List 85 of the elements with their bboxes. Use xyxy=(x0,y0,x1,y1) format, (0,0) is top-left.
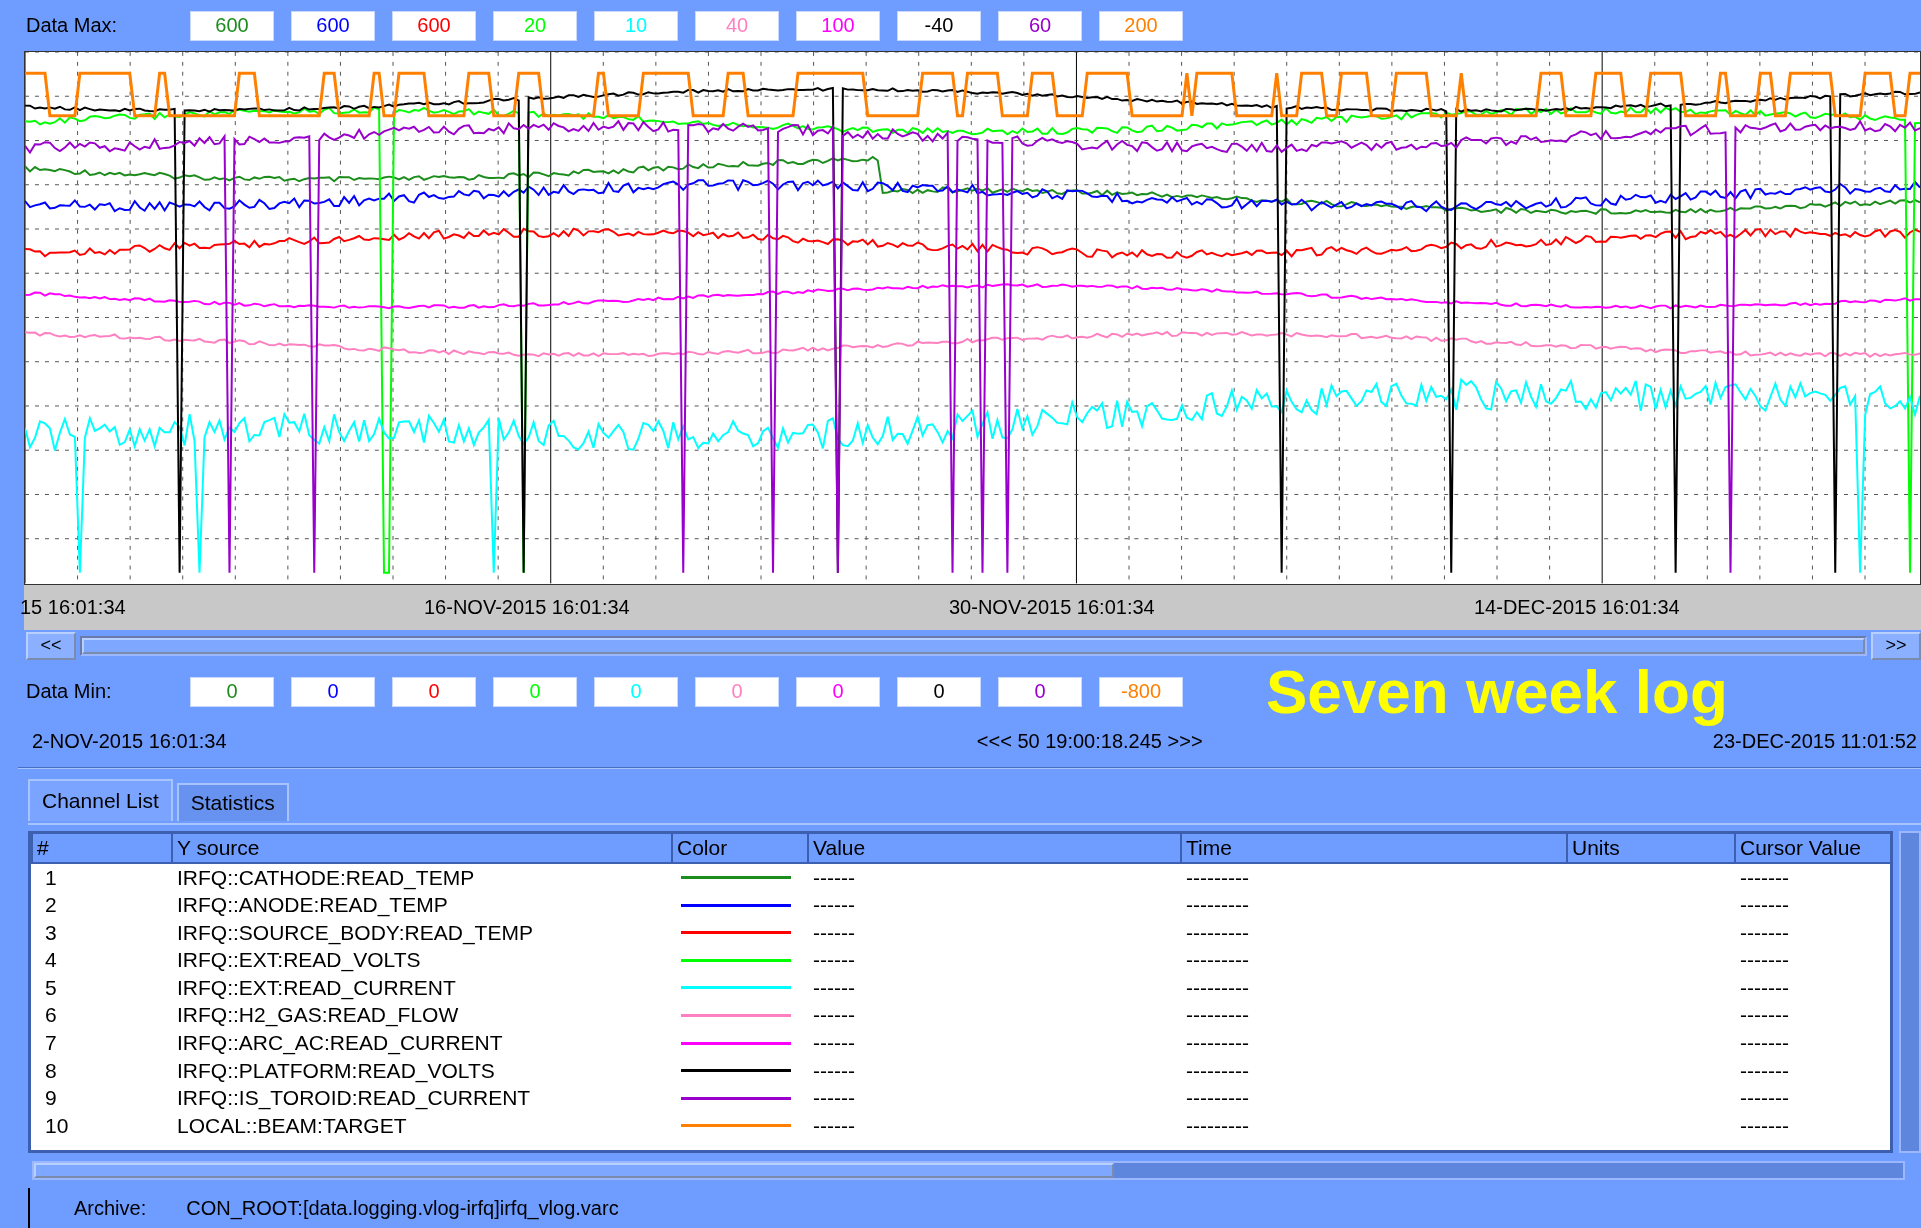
data-min-field[interactable]: 0 xyxy=(392,676,476,707)
scroll-left-button[interactable]: << xyxy=(26,631,76,660)
table-cell-text: 9 xyxy=(44,1086,58,1111)
tab[interactable]: Channel List xyxy=(28,778,173,821)
table-cell-text: --------- xyxy=(1185,1031,1250,1056)
time-axis-label: 14-DEC-2015 16:01:34 xyxy=(1474,595,1680,619)
tab[interactable]: Statistics xyxy=(176,782,289,821)
table-cell-text: --------- xyxy=(1185,975,1250,1000)
table-cell-text: ------- xyxy=(1739,865,1790,890)
data-max-label: Data Max: xyxy=(26,14,119,38)
table-cell-text: --------- xyxy=(1185,865,1250,890)
table-cell-text: --------- xyxy=(1185,1086,1250,1111)
data-max-field[interactable]: 600 xyxy=(291,10,375,41)
table-cell-text: IRFQ::EXT:READ_VOLTS xyxy=(176,948,422,973)
table-cell-text: 10 xyxy=(44,1113,70,1138)
table-cell-text: 1 xyxy=(44,865,58,890)
scroll-right-button[interactable]: >> xyxy=(1871,631,1921,660)
data-min-field[interactable]: 0 xyxy=(998,676,1082,707)
table-cell-text: ------- xyxy=(1739,1031,1790,1056)
time-axis-label: 16-NOV-2015 16:01:34 xyxy=(424,595,630,619)
table-cell-text: --------- xyxy=(1185,920,1250,945)
table-cell-text: IRFQ::SOURCE_BODY:READ_TEMP xyxy=(176,920,534,945)
table-cell-text: IRFQ::IS_TOROID:READ_CURRENT xyxy=(176,1086,532,1111)
table-cell-text: ------- xyxy=(1739,920,1790,945)
table-cell-text: ------- xyxy=(1739,893,1790,918)
table-cell-text: ------ xyxy=(812,865,856,890)
table-cell-text: --------- xyxy=(1185,1113,1250,1138)
table-cell-text: --------- xyxy=(1185,948,1250,973)
end-time: 23-DEC-2015 11:01:52 xyxy=(1712,730,1917,753)
table-cell-text: ------ xyxy=(812,920,856,945)
column-header[interactable]: Cursor Value xyxy=(1734,833,1890,862)
table-cell-text: --------- xyxy=(1185,1003,1250,1028)
table-cell-text: ------ xyxy=(812,948,856,973)
table-cell-text: --------- xyxy=(1185,1058,1250,1083)
table-cell-text: ------ xyxy=(812,1058,856,1083)
column-header[interactable]: Color xyxy=(671,833,807,862)
column-header[interactable]: Units xyxy=(1566,833,1734,862)
table-cell-text: 6 xyxy=(44,1003,58,1028)
archive-path: CON_ROOT:[data.logging.vlog-irfq]irfq_vlog.varc xyxy=(186,1196,619,1220)
data-max-field[interactable]: 60 xyxy=(998,10,1082,41)
time-scrollbar[interactable] xyxy=(80,635,1867,656)
table-cell-text: ------- xyxy=(1739,1003,1790,1028)
table-cell-text: IRFQ::CATHODE:READ_TEMP xyxy=(176,865,476,890)
table-cell-text: 8 xyxy=(44,1058,58,1083)
data-max-field[interactable]: 600 xyxy=(190,10,274,41)
table-cell-text: IRFQ::ARC_AC:READ_CURRENT xyxy=(176,1031,504,1056)
table-cell-text: LOCAL::BEAM:TARGET xyxy=(176,1113,408,1138)
table-cell-text: ------ xyxy=(812,1003,856,1028)
table-cell-text: ------ xyxy=(812,975,856,1000)
table-cell-text: --------- xyxy=(1185,893,1250,918)
vertical-scrollbar[interactable] xyxy=(1899,830,1921,1153)
time-axis-label: 15 16:01:34 xyxy=(20,595,126,619)
table-cell-text: 2 xyxy=(44,893,58,918)
horizontal-scrollbar[interactable] xyxy=(32,1160,1905,1181)
time-span: <<< 50 19:00:18.245 >>> xyxy=(976,730,1203,753)
table-cell-text: 5 xyxy=(44,975,58,1000)
table-cell-text: ------- xyxy=(1739,948,1790,973)
table-cell-text: ------ xyxy=(812,893,856,918)
column-header[interactable]: Value xyxy=(807,833,1180,862)
table-cell-text: ------- xyxy=(1739,1058,1790,1083)
start-time: 2-NOV-2015 16:01:34 xyxy=(32,730,227,753)
table-cell-text: IRFQ::ANODE:READ_TEMP xyxy=(176,893,449,918)
table-cell-text: ------- xyxy=(1739,1113,1790,1138)
archive-label: Archive: xyxy=(74,1196,147,1220)
table-cell-text: IRFQ::PLATFORM:READ_VOLTS xyxy=(176,1058,496,1083)
table-cell-text: IRFQ::H2_GAS:READ_FLOW xyxy=(176,1003,460,1028)
table-cell-text: 3 xyxy=(44,920,58,945)
column-header[interactable]: Time xyxy=(1180,833,1566,862)
column-header[interactable]: # xyxy=(31,833,171,862)
table-cell-text: IRFQ::EXT:READ_CURRENT xyxy=(176,975,457,1000)
table-cell-text: ------- xyxy=(1739,975,1790,1000)
data-min-label: Data Min: xyxy=(26,680,113,704)
time-axis-label: 30-NOV-2015 16:01:34 xyxy=(949,595,1155,619)
table-cell-text: 7 xyxy=(44,1031,58,1056)
table-cell-text: ------- xyxy=(1739,1086,1790,1111)
data-min-field[interactable]: 0 xyxy=(897,676,981,707)
data-max-field[interactable]: 600 xyxy=(392,10,476,41)
table-cell-text: ------ xyxy=(812,1086,856,1111)
data-min-field[interactable]: 0 xyxy=(190,676,274,707)
data-max-field[interactable]: -40 xyxy=(897,10,981,41)
table-cell-text: ------ xyxy=(812,1113,856,1138)
table-cell-text: ------ xyxy=(812,1031,856,1056)
data-min-field[interactable]: 0 xyxy=(291,676,375,707)
column-header[interactable]: Y source xyxy=(171,833,671,862)
table-cell-text: 4 xyxy=(44,948,58,973)
